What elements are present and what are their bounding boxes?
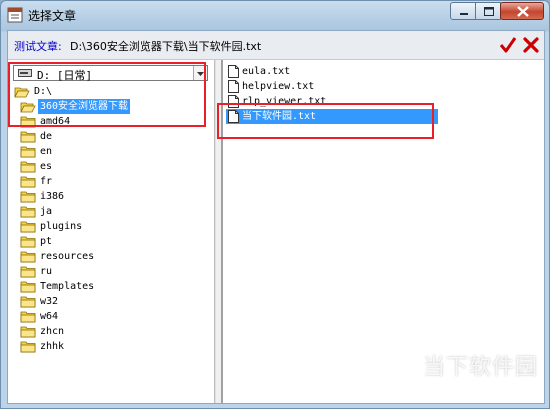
folder-icon: [20, 281, 36, 293]
file-item-label: eula.txt: [242, 66, 291, 77]
downxia-logo-icon: [378, 348, 420, 390]
folder-icon: [20, 236, 36, 248]
tree-item[interactable]: pt: [20, 234, 198, 249]
tree-item-label: i386: [40, 191, 65, 202]
title-bar[interactable]: 选择文章: [1, 1, 549, 29]
close-icon: [517, 6, 529, 17]
tree-item[interactable]: zhhk: [20, 339, 198, 354]
chevron-down-icon: [197, 72, 204, 76]
x-icon[interactable]: [522, 36, 540, 54]
notepad-icon: [7, 7, 23, 23]
folder-icon: [20, 311, 36, 323]
tree-item-label: ja: [40, 206, 53, 217]
tree-item-label: de: [40, 131, 53, 142]
tree-item-label: D:\: [34, 86, 53, 97]
tree-item[interactable]: w64: [20, 309, 198, 324]
tree-item-label: Templates: [40, 281, 95, 292]
open-folder-icon: [14, 87, 30, 98]
folder-icon: [20, 251, 36, 263]
tree-item-label: pt: [40, 236, 53, 247]
open-folder-icon: [20, 102, 36, 113]
document-icon: [228, 65, 239, 78]
folder-icon: [20, 341, 36, 353]
minimize-icon: [460, 13, 468, 15]
tree-item-label: en: [40, 146, 53, 157]
maximize-icon: [484, 7, 494, 16]
tree-item-label: w32: [40, 296, 59, 307]
drive-dropdown-arrow[interactable]: [193, 66, 207, 80]
folder-icon: [20, 116, 36, 128]
tree-item[interactable]: de: [20, 129, 198, 144]
maximize-button[interactable]: [475, 2, 501, 20]
folder-icon: [20, 161, 36, 173]
tree-item[interactable]: es: [20, 159, 198, 174]
tree-item[interactable]: i386: [20, 189, 198, 204]
minimize-button[interactable]: [450, 2, 476, 20]
file-item-label: rlp_viewer.txt: [242, 96, 327, 107]
watermark-url: www.downxia.com: [425, 377, 519, 388]
tree-item-label: zhhk: [40, 341, 65, 352]
tree-item-label: zhcn: [40, 326, 65, 337]
document-icon: [228, 95, 239, 108]
drive-icon: [18, 69, 32, 77]
drive-select[interactable]: D: [日常]: [13, 65, 208, 82]
drive-select-value: D: [日常]: [37, 69, 93, 82]
file-item-label: 当下软件园.txt: [242, 111, 317, 122]
folder-icon: [20, 221, 36, 233]
tree-item-label: es: [40, 161, 53, 172]
tree-item[interactable]: resources: [20, 249, 198, 264]
tree-item[interactable]: w32: [20, 294, 198, 309]
tree-item[interactable]: en: [20, 144, 198, 159]
folder-icon: [20, 176, 36, 188]
tree-item[interactable]: fr: [20, 174, 198, 189]
tree-item-label: 360安全浏览器下载: [38, 99, 131, 114]
tree-item-selected[interactable]: 360安全浏览器下载: [20, 99, 198, 114]
folder-icon: [20, 326, 36, 338]
folder-icon: [20, 146, 36, 158]
tree-item-label: ru: [40, 266, 53, 277]
folder-icon: [20, 296, 36, 308]
document-icon: [228, 110, 239, 123]
tree-item[interactable]: ru: [20, 264, 198, 279]
folder-icon: [20, 206, 36, 218]
folder-icon: [20, 131, 36, 143]
tree-item-label: amd64: [40, 116, 71, 127]
checkmark-icon[interactable]: [499, 36, 517, 54]
close-button[interactable]: [500, 2, 544, 20]
file-item-label: helpview.txt: [242, 81, 315, 92]
folder-icon: [20, 266, 36, 278]
tree-item-label: resources: [40, 251, 95, 262]
tree-item-label: fr: [40, 176, 53, 187]
folder-tree-pane: D: [日常] D:\ 360安全浏览器下载 amd64 de en es fr i386 ja…: [8, 60, 215, 403]
watermark: 当下软件园 www.downxia.com: [373, 347, 543, 397]
window-title: 选择文章: [28, 9, 77, 23]
select-article-window: 选择文章 测试文章: D:\360安全浏览器下载\当下软件园.txt D: [日…: [0, 0, 550, 409]
tree-item[interactable]: amd64: [20, 114, 198, 129]
path-label: 测试文章:: [14, 40, 62, 53]
tree-item-label: plugins: [40, 221, 83, 232]
tree-item[interactable]: plugins: [20, 219, 198, 234]
tree-item-root[interactable]: D:\: [14, 84, 198, 99]
document-icon: [228, 80, 239, 93]
path-value: D:\360安全浏览器下载\当下软件园.txt: [70, 40, 262, 53]
tree-item-label: w64: [40, 311, 59, 322]
tree-item[interactable]: zhcn: [20, 324, 198, 339]
tree-item[interactable]: ja: [20, 204, 198, 219]
tree-item[interactable]: Templates: [20, 279, 198, 294]
pane-splitter[interactable]: [215, 60, 222, 403]
file-item-selected[interactable]: 当下软件园.txt: [226, 109, 438, 124]
path-bar: 测试文章: D:\360安全浏览器下载\当下软件园.txt: [8, 31, 544, 60]
folder-icon: [20, 191, 36, 203]
